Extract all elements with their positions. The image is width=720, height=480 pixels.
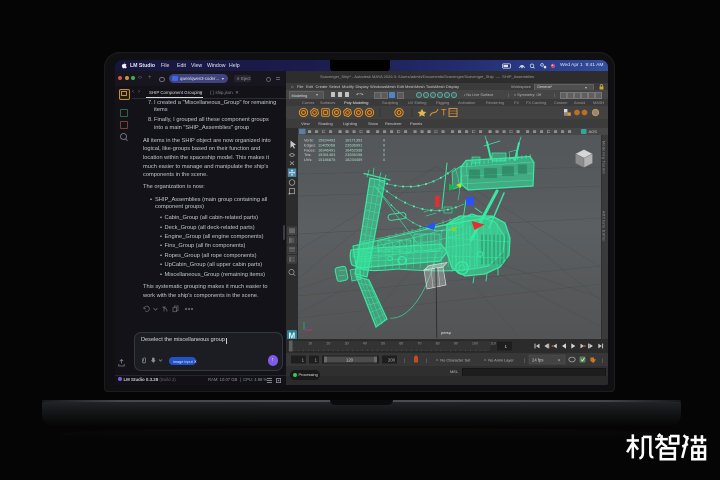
- svg-text:≈ No Character Set: ≈ No Character Set: [436, 358, 471, 363]
- svg-text:▾: ▾: [558, 358, 560, 363]
- svg-text:T: T: [441, 108, 447, 118]
- svg-text:UVs:: UVs:: [304, 157, 312, 162]
- svg-text:50: 50: [381, 342, 385, 346]
- svg-text:120: 120: [346, 358, 354, 363]
- svg-text:20: 20: [326, 342, 330, 346]
- svg-text:24 fps: 24 fps: [532, 358, 543, 363]
- svg-text:|: |: [524, 358, 525, 363]
- svg-text:15186875: 15186875: [318, 157, 335, 162]
- svg-text:90: 90: [454, 342, 458, 346]
- svg-text:|: |: [602, 358, 603, 363]
- svg-text:40: 40: [363, 342, 367, 346]
- svg-text:|: |: [426, 358, 427, 363]
- svg-text:60: 60: [399, 342, 403, 346]
- svg-text:persp: persp: [441, 330, 452, 335]
- svg-text:70: 70: [417, 342, 421, 346]
- svg-text:110: 110: [490, 342, 496, 346]
- svg-text:18234459: 18234459: [345, 157, 362, 162]
- svg-text:80: 80: [436, 342, 440, 346]
- svg-text:AOS: AOS: [589, 129, 598, 134]
- svg-text:100: 100: [472, 342, 478, 346]
- svg-text:200: 200: [388, 358, 396, 363]
- svg-text:30: 30: [345, 342, 349, 346]
- svg-text:|: |: [404, 358, 405, 363]
- svg-text:≈ No Anim Layer: ≈ No Anim Layer: [484, 358, 515, 363]
- svg-text:10: 10: [308, 342, 312, 346]
